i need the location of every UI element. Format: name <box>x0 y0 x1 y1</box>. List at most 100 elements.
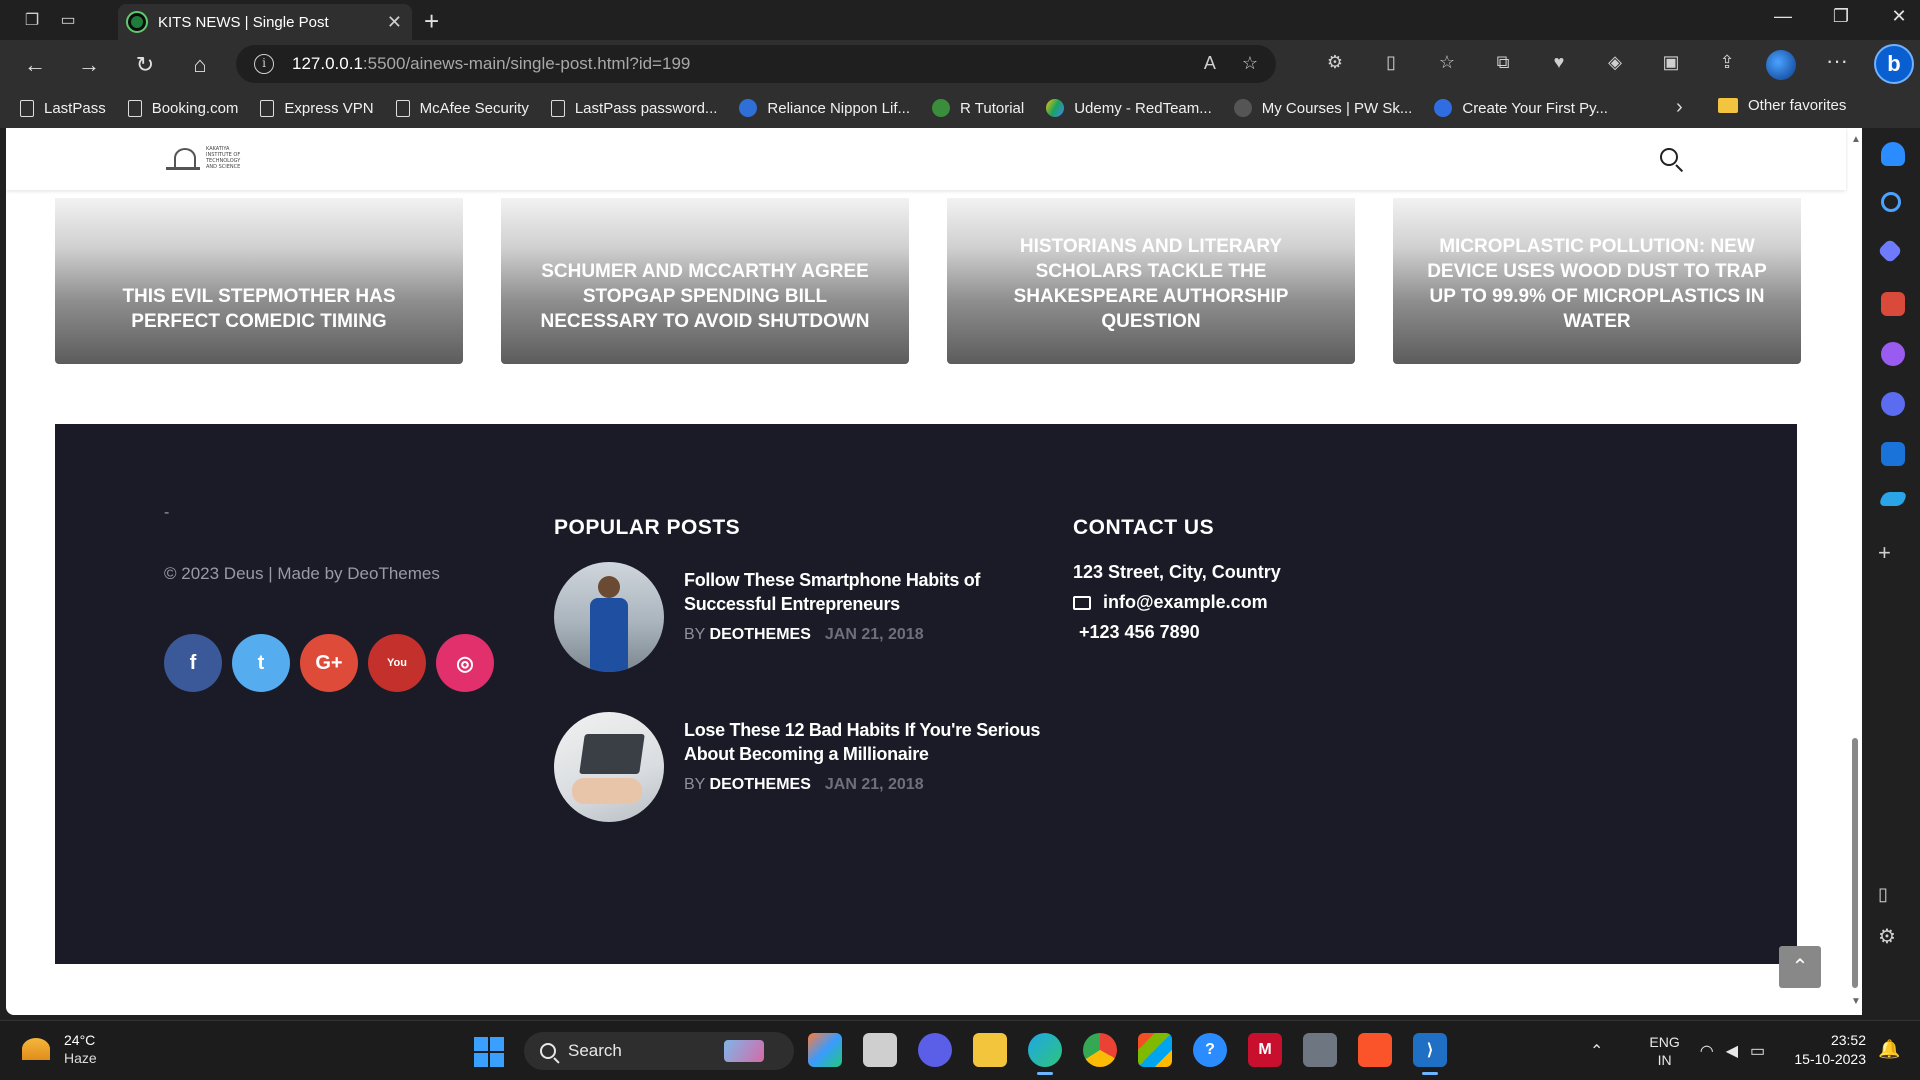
camera-icon[interactable] <box>1303 1033 1337 1067</box>
share-icon[interactable]: ⇪ <box>1710 52 1744 73</box>
browser-essentials-icon[interactable]: ◈ <box>1598 52 1632 73</box>
tools-icon[interactable] <box>1881 292 1905 316</box>
chevron-right-icon[interactable]: › <box>1676 96 1683 119</box>
page-scrollbar[interactable]: ▲ ▼ <box>1848 128 1862 1015</box>
tab-close-icon[interactable]: ✕ <box>387 12 402 33</box>
office-icon[interactable] <box>1881 392 1905 416</box>
bookmark-item[interactable]: McAfee Security <box>395 99 529 117</box>
related-post-card[interactable]: Microplastic Pollution: New Device Uses … <box>1393 198 1801 364</box>
language-indicator[interactable]: ENG IN <box>1649 1033 1679 1069</box>
new-tab-button[interactable]: + <box>424 6 439 37</box>
bookmark-item[interactable]: Udemy - RedTeam... <box>1046 99 1212 117</box>
split-screen-icon[interactable]: ▯ <box>1374 52 1408 73</box>
post-thumbnail[interactable] <box>554 562 664 672</box>
address-bar[interactable]: i 127.0.0.1:5500/ainews-main/single-post… <box>236 45 1276 83</box>
bookmark-item[interactable]: My Courses | PW Sk... <box>1233 99 1412 117</box>
post-author[interactable]: DEOTHEMES <box>710 626 811 643</box>
notification-bell-icon[interactable]: 🔔 <box>1878 1039 1900 1060</box>
post-thumbnail[interactable] <box>554 712 664 822</box>
facebook-icon[interactable]: f <box>164 634 222 692</box>
telegram-icon[interactable] <box>1878 492 1908 506</box>
taskbar-search[interactable]: Search <box>524 1032 794 1070</box>
mcafee-icon[interactable]: M <box>1248 1033 1282 1067</box>
tag-icon[interactable] <box>1877 238 1903 264</box>
search-icon[interactable] <box>1660 148 1678 166</box>
add-sidebar-icon[interactable]: + <box>1878 540 1891 566</box>
help-icon[interactable]: ? <box>1193 1033 1227 1067</box>
refresh-button[interactable]: ↻ <box>130 50 160 80</box>
copyright-text: © 2023 Deus | Made by DeoThemes <box>164 564 440 583</box>
favorites-icon[interactable]: ☆ <box>1430 52 1464 73</box>
page-icon <box>395 99 410 117</box>
other-favorites[interactable]: Other favorites <box>1718 97 1846 114</box>
chevron-up-icon[interactable]: ⌃ <box>1590 1041 1603 1061</box>
start-button[interactable] <box>474 1037 504 1067</box>
scroll-down-icon[interactable]: ▼ <box>1851 996 1861 1007</box>
popular-post-item[interactable]: Lose These 12 Bad Habits If You're Serio… <box>554 712 1044 822</box>
performance-icon[interactable]: ♥ <box>1542 52 1576 73</box>
bookmark-item[interactable]: Express VPN <box>260 99 374 117</box>
forward-button[interactable]: → <box>74 50 104 80</box>
favorite-star-icon[interactable]: ☆ <box>1242 53 1258 74</box>
bookmark-item[interactable]: Reliance Nippon Lif... <box>739 99 910 117</box>
edge-browser-icon[interactable] <box>1028 1033 1062 1075</box>
site-info-icon[interactable]: i <box>254 54 274 74</box>
site-logo[interactable]: KAKATIYA INSTITUTE OF TECHNOLOGY AND SCI… <box>166 146 252 170</box>
clock[interactable]: 23:52 15-10-2023 <box>1786 1031 1866 1069</box>
task-view-icon[interactable] <box>863 1033 897 1067</box>
related-post-card[interactable]: This Evil Stepmother Has Perfect Comedic… <box>55 198 463 364</box>
twitter-icon[interactable]: t <box>232 634 290 692</box>
more-options-icon[interactable]: ··· <box>1826 48 1848 74</box>
google-plus-icon[interactable]: G+ <box>300 634 358 692</box>
notification-icon[interactable] <box>1881 142 1905 166</box>
file-explorer-icon[interactable] <box>973 1033 1007 1067</box>
read-aloud-icon[interactable]: A <box>1204 53 1216 74</box>
youtube-icon[interactable]: You <box>368 634 426 692</box>
chrome-icon[interactable] <box>1083 1033 1117 1067</box>
popular-post-item[interactable]: Follow These Smartphone Habits of Succes… <box>554 562 1044 672</box>
contact-email[interactable]: info@example.com <box>1073 592 1268 613</box>
bookmark-item[interactable]: LastPass password... <box>550 99 717 117</box>
web-capture-icon[interactable]: ▣ <box>1654 52 1688 73</box>
tab-active[interactable]: KITS NEWS | Single Post ✕ <box>118 4 412 40</box>
collections-icon[interactable]: ⧉ <box>1486 52 1520 73</box>
weather-widget[interactable]: 24°C Haze <box>22 1031 97 1067</box>
related-post-card[interactable]: Schumer and McCarthy Agree Stopgap Spend… <box>501 198 909 364</box>
back-button[interactable]: ← <box>20 50 50 80</box>
sidebar-panel-icon[interactable]: ▯ <box>1878 884 1888 905</box>
post-author[interactable]: DEOTHEMES <box>710 776 811 793</box>
battery-icon[interactable]: ▭ <box>1750 1041 1765 1061</box>
popular-post-title[interactable]: Lose These 12 Bad Habits If You're Serio… <box>684 718 1044 766</box>
scroll-up-icon[interactable]: ▲ <box>1851 134 1861 145</box>
profile-avatar[interactable] <box>1766 50 1796 80</box>
bookmark-item[interactable]: R Tutorial <box>932 99 1024 117</box>
site-footer: - © 2023 Deus | Made by DeoThemes f t G+… <box>55 424 1797 964</box>
bookmark-item[interactable]: Booking.com <box>127 99 238 117</box>
back-to-top-button[interactable]: ⌃ <box>1779 946 1821 988</box>
vscode-icon[interactable]: ⟩ <box>1413 1033 1447 1075</box>
wifi-icon[interactable]: ◠ <box>1700 1041 1714 1061</box>
search-sidebar-icon[interactable] <box>1881 192 1901 212</box>
popular-post-title[interactable]: Follow These Smartphone Habits of Succes… <box>684 568 1044 616</box>
scroll-thumb[interactable] <box>1852 738 1858 988</box>
bookmark-item[interactable]: LastPass <box>20 99 106 117</box>
bing-copilot-icon[interactable]: b <box>1874 44 1914 84</box>
copilot-app-icon[interactable] <box>808 1033 842 1067</box>
ms-store-icon[interactable] <box>1138 1033 1172 1067</box>
teams-chat-icon[interactable] <box>918 1033 952 1067</box>
extensions-icon[interactable]: ⚙ <box>1318 52 1352 73</box>
minimize-icon[interactable]: — <box>1754 6 1812 27</box>
home-button[interactable]: ⌂ <box>185 50 215 80</box>
tab-actions-icon[interactable]: ▭ <box>54 6 82 34</box>
volume-icon[interactable]: ◀ <box>1726 1041 1738 1061</box>
related-post-card[interactable]: Historians and Literary Scholars Tackle … <box>947 198 1355 364</box>
window-close-icon[interactable]: ✕ <box>1870 6 1920 27</box>
restore-icon[interactable]: ❐ <box>1812 6 1870 27</box>
brave-icon[interactable] <box>1358 1033 1392 1067</box>
outlook-icon[interactable] <box>1881 442 1905 466</box>
bookmark-item[interactable]: Create Your First Py... <box>1434 99 1608 117</box>
workspaces-icon[interactable]: ❐ <box>18 6 46 34</box>
instagram-icon[interactable]: ◎ <box>436 634 494 692</box>
games-icon[interactable] <box>1881 342 1905 366</box>
settings-gear-icon[interactable]: ⚙ <box>1878 924 1896 949</box>
